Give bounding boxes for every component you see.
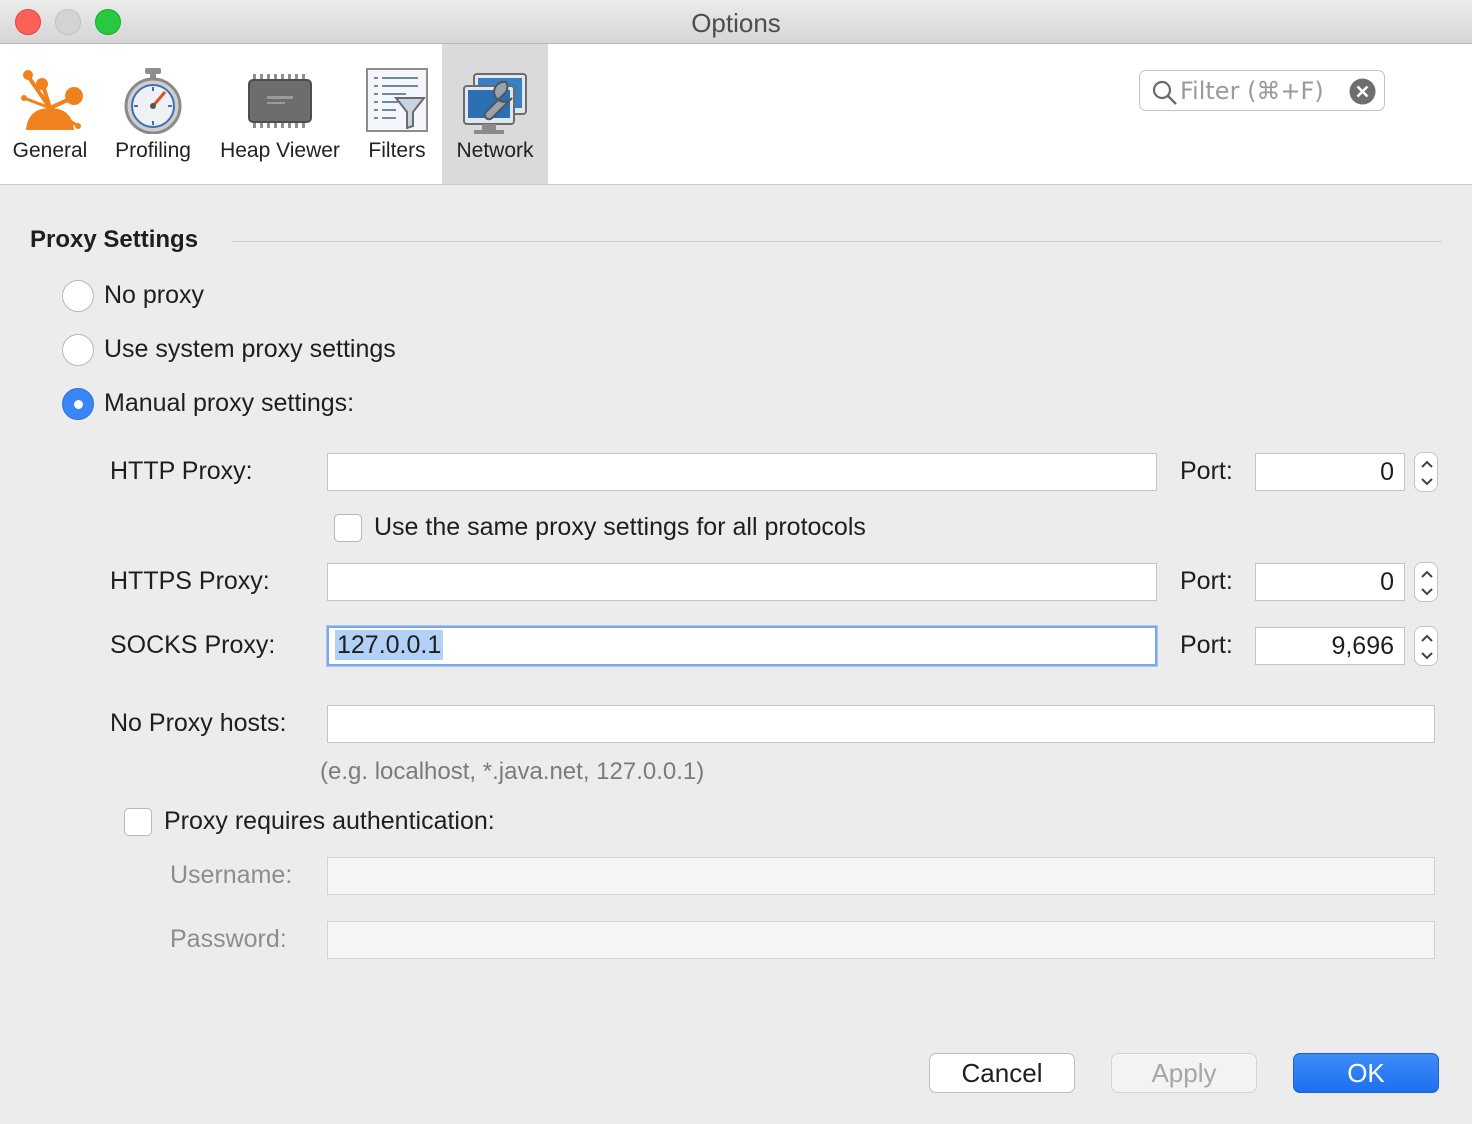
http-port-stepper[interactable] bbox=[1414, 452, 1438, 492]
tab-general[interactable]: General bbox=[0, 44, 100, 184]
http-port-label: Port: bbox=[1180, 457, 1233, 485]
options-toolbar: General Profiling Heap Viewer Filters Ne… bbox=[0, 44, 1472, 185]
auth-required-checkbox[interactable] bbox=[124, 808, 152, 836]
tab-filters-label: Filters bbox=[368, 139, 426, 162]
tab-heap-viewer[interactable]: Heap Viewer bbox=[210, 44, 350, 184]
apply-button[interactable]: Apply bbox=[1111, 1053, 1257, 1093]
https-port-label: Port: bbox=[1180, 567, 1233, 595]
network-wrench-icon bbox=[462, 72, 528, 141]
section-divider bbox=[232, 241, 1442, 242]
proxy-settings-heading: Proxy Settings bbox=[30, 226, 199, 253]
http-proxy-field[interactable] bbox=[327, 453, 1157, 491]
socks-port-field[interactable] bbox=[1255, 627, 1405, 665]
manual-proxy-radio[interactable] bbox=[62, 388, 94, 420]
search-icon bbox=[1152, 80, 1178, 111]
stepper-arrows-icon bbox=[1421, 570, 1433, 596]
username-label: Username: bbox=[170, 861, 293, 889]
system-proxy-label: Use system proxy settings bbox=[104, 335, 396, 363]
manual-proxy-label: Manual proxy settings: bbox=[104, 389, 355, 417]
ok-button[interactable]: OK bbox=[1293, 1053, 1439, 1093]
socks-port-stepper[interactable] bbox=[1414, 626, 1438, 666]
window-title: Options bbox=[691, 8, 781, 38]
clear-filter-icon[interactable] bbox=[1349, 78, 1376, 110]
https-port-field[interactable] bbox=[1255, 563, 1405, 601]
socks-port-label: Port: bbox=[1180, 631, 1233, 659]
https-proxy-label: HTTPS Proxy: bbox=[110, 567, 270, 595]
options-dialog: Options General Profiling Heap Viewer Fi… bbox=[0, 0, 1472, 1124]
socks-proxy-value: 127.0.0.1 bbox=[335, 630, 444, 660]
password-field[interactable] bbox=[327, 921, 1435, 959]
same-settings-label: Use the same proxy settings for all prot… bbox=[374, 513, 866, 541]
socks-proxy-field[interactable]: 127.0.0.1 bbox=[327, 626, 1157, 666]
stepper-arrows-icon bbox=[1421, 634, 1433, 660]
https-proxy-field[interactable] bbox=[327, 563, 1157, 601]
password-label: Password: bbox=[170, 925, 287, 953]
tab-heap-viewer-label: Heap Viewer bbox=[220, 139, 340, 162]
no-proxy-hosts-hint: (e.g. localhost, *.java.net, 127.0.0.1) bbox=[320, 758, 705, 785]
no-proxy-hosts-field[interactable] bbox=[327, 705, 1435, 743]
filter-document-icon bbox=[366, 68, 428, 137]
https-port-stepper[interactable] bbox=[1414, 562, 1438, 602]
tab-network-label: Network bbox=[456, 139, 534, 162]
title-bar: Options bbox=[0, 0, 1472, 44]
stopwatch-icon bbox=[121, 68, 185, 139]
username-field[interactable] bbox=[327, 857, 1435, 895]
socks-proxy-label: SOCKS Proxy: bbox=[110, 631, 276, 659]
tab-general-label: General bbox=[12, 139, 88, 162]
tab-profiling-label: Profiling bbox=[115, 139, 191, 162]
no-proxy-label: No proxy bbox=[104, 281, 205, 309]
tab-network[interactable]: Network bbox=[442, 44, 548, 184]
http-proxy-label: HTTP Proxy: bbox=[110, 457, 253, 485]
same-settings-checkbox[interactable] bbox=[334, 514, 362, 542]
stepper-arrows-icon bbox=[1421, 460, 1433, 486]
http-port-field[interactable] bbox=[1255, 453, 1405, 491]
general-network-icon bbox=[12, 68, 88, 137]
tab-profiling[interactable]: Profiling bbox=[104, 44, 202, 184]
cancel-button[interactable]: Cancel bbox=[929, 1053, 1075, 1093]
memory-chip-icon bbox=[247, 74, 313, 135]
filter-search-box bbox=[1139, 70, 1385, 111]
system-proxy-radio[interactable] bbox=[62, 334, 94, 366]
tab-filters[interactable]: Filters bbox=[356, 44, 438, 184]
auth-required-label: Proxy requires authentication: bbox=[164, 807, 495, 835]
no-proxy-radio[interactable] bbox=[62, 280, 94, 312]
no-proxy-hosts-label: No Proxy hosts: bbox=[110, 709, 287, 737]
filter-input[interactable] bbox=[1180, 77, 1340, 105]
